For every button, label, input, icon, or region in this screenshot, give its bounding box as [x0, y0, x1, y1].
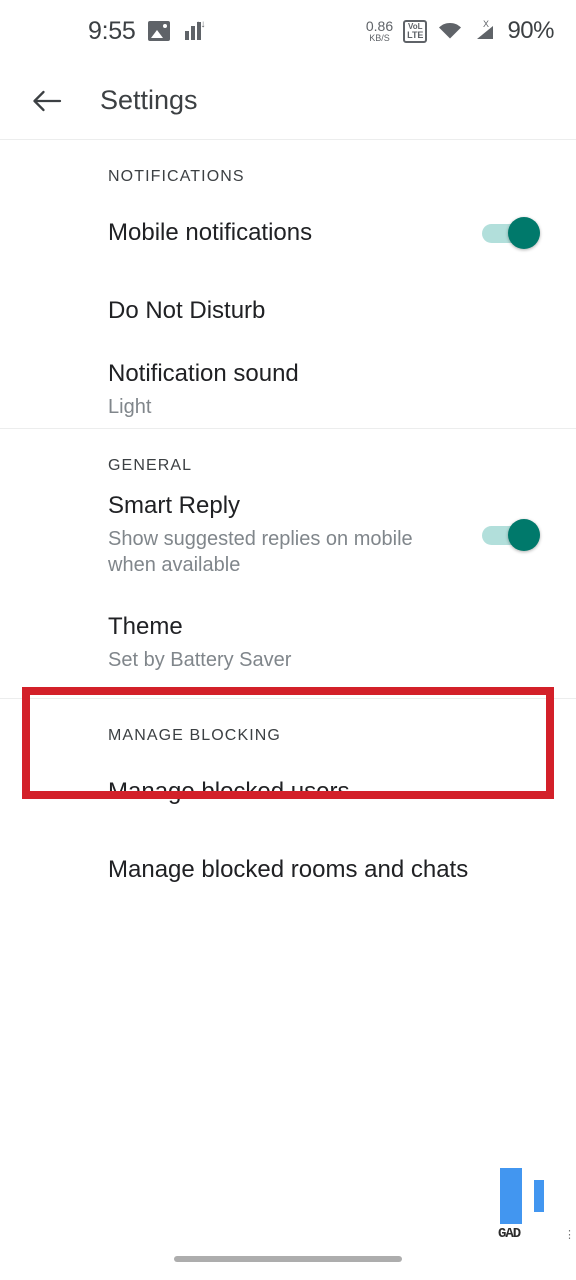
section-manage-blocking: MANAGE BLOCKING Manage blocked users Man…	[0, 698, 576, 909]
status-bar-right: 0.86 KB/S VoL LTE X 90%	[366, 17, 555, 45]
list-item-title: Smart Reply	[108, 492, 241, 519]
list-item-title: Notification sound	[108, 359, 299, 387]
status-bar: 9:55 ↑↓ 0.86 KB/S VoL LTE X 90%	[0, 0, 576, 62]
list-item-title: Theme	[108, 612, 183, 640]
toggle-smart-reply[interactable]	[482, 518, 540, 551]
volte-icon: VoL LTE	[403, 19, 428, 43]
list-item-subtitle: Light	[108, 395, 152, 418]
wifi-icon	[437, 21, 463, 41]
app-toolbar: Settings	[0, 62, 576, 140]
list-item-text: Mobile notifications	[108, 210, 466, 256]
watermark-dots-icon: ⋮	[564, 1229, 575, 1241]
section-header-manage-blocking: MANAGE BLOCKING	[108, 727, 281, 744]
page-title: Settings	[100, 85, 198, 115]
status-clock: 9:55	[88, 16, 136, 45]
list-item-manage-blocked-users[interactable]: Manage blocked users	[0, 753, 576, 831]
list-item-smart-reply[interactable]: Smart Reply Show suggested replies on mo…	[0, 483, 576, 586]
section-header-notifications: NOTIFICATIONS	[108, 168, 245, 185]
toggle-mobile-notifications[interactable]	[482, 217, 540, 249]
list-item-theme[interactable]: Theme Set by Battery Saver	[0, 586, 576, 698]
watermark-logo: GAD ⋮	[466, 1168, 576, 1246]
list-item-title: Manage blocked users	[108, 778, 350, 805]
list-item-text: Theme Set by Battery Saver	[108, 604, 540, 681]
list-item-title: Do Not Disturb	[108, 297, 266, 324]
section-header-general: GENERAL	[108, 457, 193, 474]
cellular-signal-no-service-icon: X	[473, 19, 497, 42]
list-item-title: Manage blocked rooms and chats	[108, 856, 469, 883]
watermark-mark-icon	[500, 1168, 544, 1224]
list-item-text: Notification sound Light	[108, 351, 540, 428]
network-speed-indicator: 0.86 KB/S	[366, 19, 393, 43]
list-item-text: Manage blocked users	[108, 769, 540, 815]
list-item-title: Mobile notifications	[108, 219, 313, 246]
data-stats-icon: ↑↓	[183, 19, 205, 42]
list-item-notification-sound[interactable]: Notification sound Light	[0, 350, 576, 428]
list-item-subtitle: Set by Battery Saver	[108, 648, 292, 671]
list-item-text: Do Not Disturb	[108, 288, 540, 334]
list-item-text: Manage blocked rooms and chats	[108, 847, 540, 893]
list-item-mobile-notifications[interactable]: Mobile notifications	[0, 194, 576, 272]
list-item-text: Smart Reply Show suggested replies on mo…	[108, 483, 466, 586]
phone-screen: 9:55 ↑↓ 0.86 KB/S VoL LTE X 90% Settings…	[0, 0, 576, 1280]
status-bar-left: 9:55 ↑↓	[88, 17, 205, 46]
list-item-do-not-disturb[interactable]: Do Not Disturb	[0, 272, 576, 350]
toggle-thumb	[508, 217, 540, 249]
network-speed-value: 0.86	[365, 18, 394, 34]
section-general: GENERAL Smart Reply Show suggested repli…	[0, 428, 576, 698]
home-gesture-pill[interactable]	[174, 1256, 402, 1262]
list-item-subtitle: Show suggested replies on mobile when av…	[108, 528, 413, 576]
svg-text:X: X	[483, 20, 489, 29]
watermark-text: GAD	[498, 1226, 521, 1242]
network-speed-unit: KB/S	[369, 33, 390, 43]
battery-percentage: 90%	[507, 17, 554, 44]
section-notifications: NOTIFICATIONS Mobile notifications Do No…	[0, 140, 576, 428]
back-arrow-icon[interactable]	[26, 80, 68, 122]
list-item-manage-blocked-rooms-and-chats[interactable]: Manage blocked rooms and chats	[0, 831, 576, 909]
volte-icon-bottom: LTE	[407, 29, 424, 40]
photo-icon	[148, 21, 171, 41]
toggle-thumb	[508, 518, 540, 551]
